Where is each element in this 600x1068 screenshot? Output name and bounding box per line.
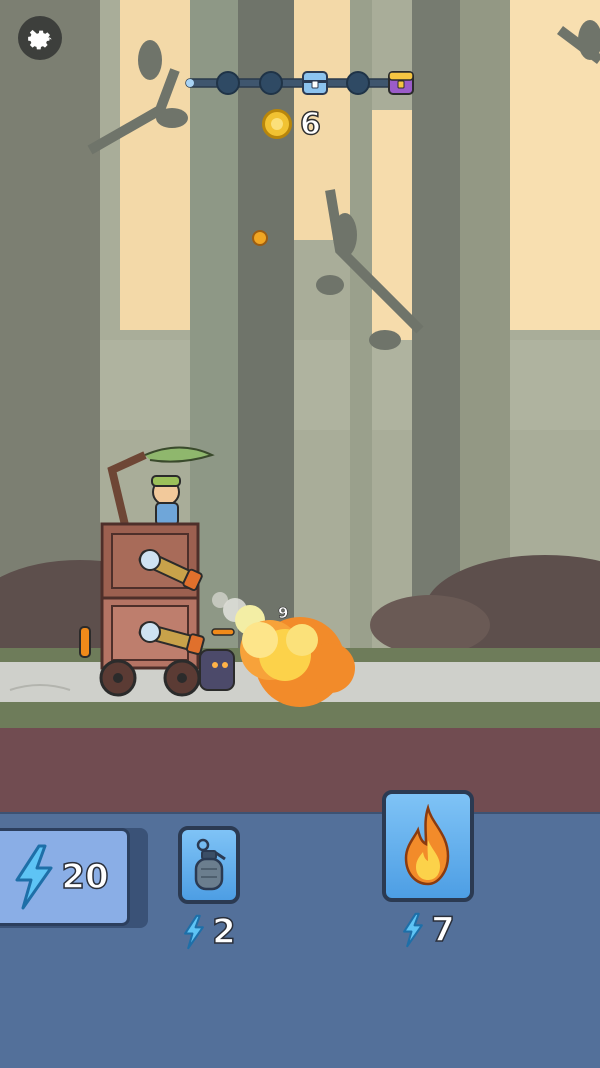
falling-coin	[252, 230, 268, 246]
coin-count: 6	[299, 106, 321, 143]
gold-chest-icon	[388, 71, 414, 95]
lightning-icon	[15, 844, 53, 910]
fire-ability-button[interactable]: 7	[382, 790, 474, 951]
grenade-cost: 2	[211, 911, 236, 953]
stage-node	[346, 71, 370, 95]
energy-counter: 20	[0, 828, 148, 928]
stage-progress-bar	[185, 71, 414, 95]
fire-icon	[404, 804, 450, 886]
grenade-icon	[194, 838, 226, 891]
lightning-icon	[184, 914, 205, 950]
fire-cost: 7	[430, 909, 455, 951]
lightning-icon	[403, 912, 424, 948]
coin-icon	[262, 109, 292, 139]
stage-node	[259, 71, 283, 95]
energy-value: 20	[61, 856, 110, 898]
blue-chest-icon	[302, 71, 328, 95]
stage-node	[216, 71, 240, 95]
grenade-ability-button[interactable]: 2	[178, 826, 240, 953]
gear-icon	[28, 29, 52, 50]
settings-button[interactable]	[18, 16, 62, 60]
coin-counter: 6	[262, 106, 322, 143]
damage-number: 9	[278, 604, 289, 623]
